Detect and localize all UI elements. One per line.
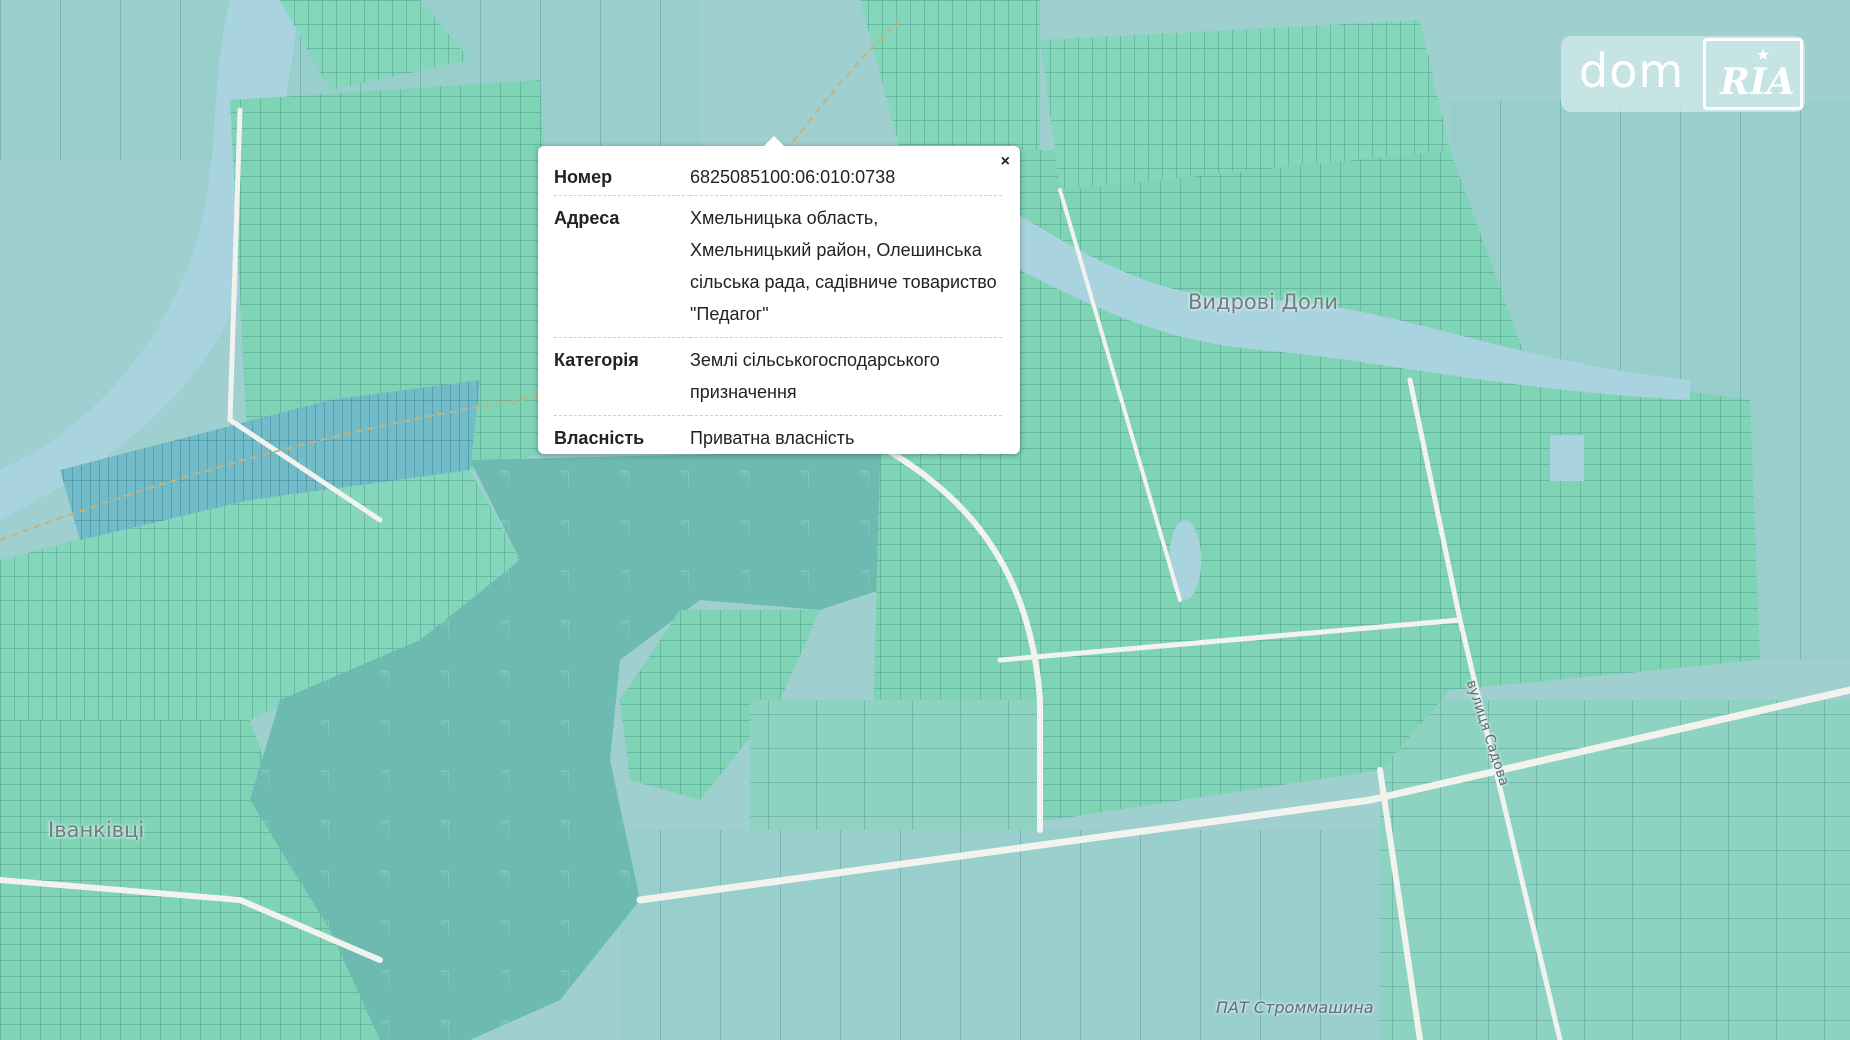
pond [1550,435,1584,481]
map-label-village-east: Видрові Доли [1188,290,1338,314]
info-value[interactable]: 6825085100:06:010:0738 [690,166,1002,196]
parcel-info-table: Номер 6825085100:06:010:0738 Адреса Хмел… [554,166,1002,461]
map-label-company: ПАТ Строммашина [1216,998,1374,1017]
parcel-area [750,700,1040,830]
info-value: Приватна власність [690,428,855,448]
logo-ria-badge: ★ RIA [1703,38,1803,110]
info-row-address: Адреса Хмельницька область, Хмельницький… [554,195,1002,338]
info-value: Хмельницька область, Хмельницький район,… [690,195,1002,338]
info-row-ownership: Власність Приватна власність [554,416,1002,462]
info-row-number: Номер 6825085100:06:010:0738 [554,166,1002,196]
info-key: Адреса [554,195,690,338]
domria-logo[interactable]: dom ★ RIA [1561,36,1805,112]
info-value: Землі сільськогосподарського призначення [690,337,1002,416]
pond [1169,520,1201,600]
info-key: Номер [554,166,690,196]
logo-ria-text: RIA [1720,61,1795,103]
logo-dom-text: dom [1579,44,1685,98]
close-icon[interactable]: × [1001,154,1010,170]
field-block [1380,700,1850,1040]
parcel-info-popup: × Номер 6825085100:06:010:0738 Адреса Хм… [538,136,1020,454]
info-key: Власність [554,428,645,448]
map-label-village-west: Іванківці [48,818,145,842]
info-row-category: Категорія Землі сільськогосподарського п… [554,337,1002,416]
info-key: Категорія [554,337,690,416]
